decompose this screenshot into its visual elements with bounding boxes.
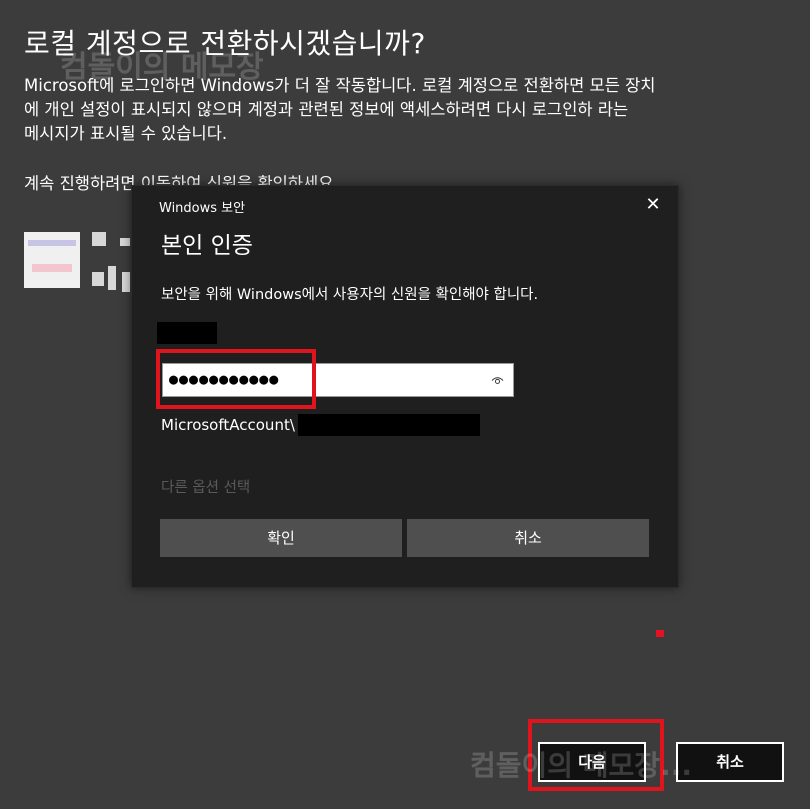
account-info-blurred (92, 232, 132, 292)
dialog-cancel-button[interactable]: 취소 (407, 519, 649, 557)
user-avatar (24, 232, 80, 288)
windows-security-dialog: Windows 보안 ✕ 본인 인증 보안을 위해 Windows에서 사용자의… (131, 185, 679, 588)
explanation-line: 메시지가 표시될 수 있습니다. (24, 124, 228, 143)
more-options-link[interactable]: 다른 옵션 선택 (161, 476, 250, 497)
explanation-line: Microsoft에 로그인하면 Windows가 더 잘 작동합니다. 로컬 … (24, 76, 656, 95)
eye-icon[interactable] (491, 374, 504, 387)
dialog-title: 본인 인증 (161, 233, 253, 259)
account-email-redacted (298, 414, 480, 436)
close-icon[interactable]: ✕ (642, 194, 664, 216)
watermark-bottom: 컴돌이의 메모장... (470, 749, 692, 782)
username-redacted (157, 322, 217, 344)
password-highlight (156, 349, 316, 409)
account-domain: MicrosoftAccount\ (161, 416, 295, 434)
cancel-button[interactable]: 취소 (676, 742, 784, 782)
ok-button[interactable]: 확인 (160, 519, 402, 557)
dialog-caption: Windows 보안 (159, 201, 246, 216)
highlight-dot (656, 630, 664, 637)
avatar-blur (28, 240, 76, 246)
explanation-text: Microsoft에 로그인하면 Windows가 더 잘 작동합니다. 로컬 … (24, 74, 784, 146)
avatar-blur (32, 264, 72, 272)
dialog-description: 보안을 위해 Windows에서 사용자의 신원을 확인해야 합니다. (161, 287, 539, 303)
explanation-line: 에 개인 설정이 표시되지 않으며 계정과 관련된 정보에 액세스하려면 다시 … (24, 100, 629, 119)
